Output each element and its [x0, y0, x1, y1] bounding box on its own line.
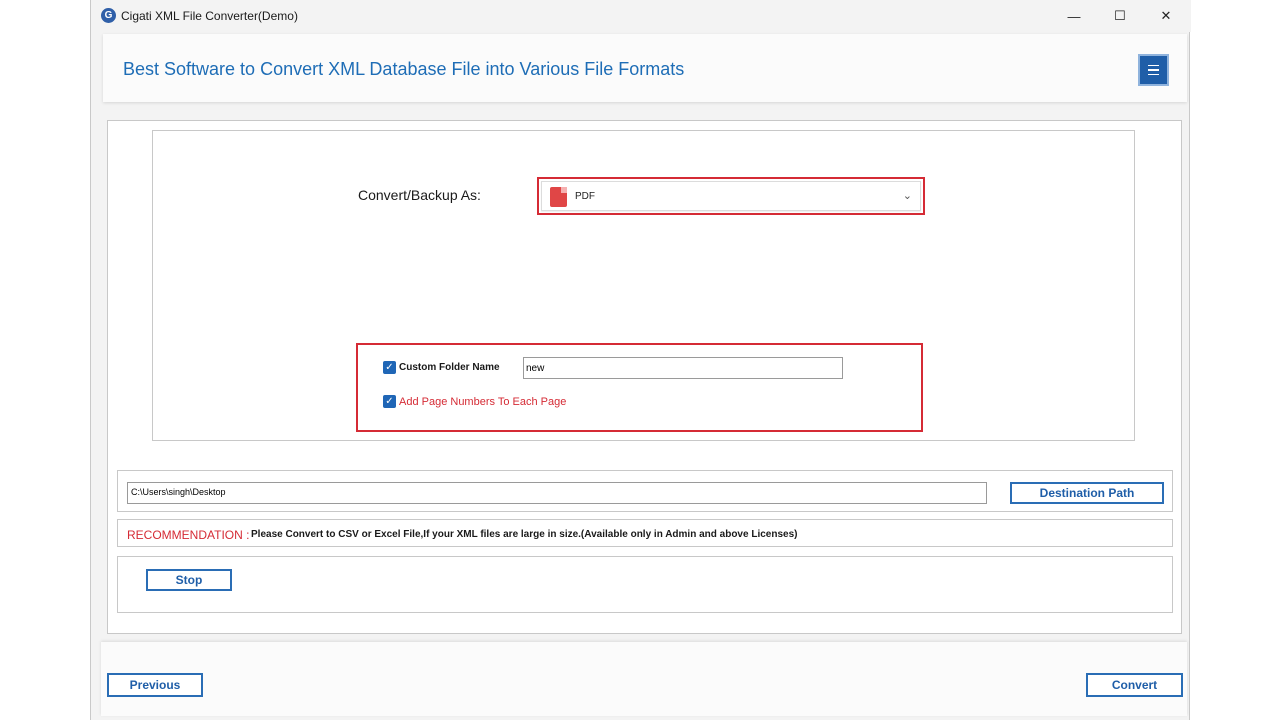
custom-folder-checkbox[interactable]: ✓	[383, 361, 396, 374]
format-select-value: PDF	[575, 191, 595, 202]
progress-panel: Stop	[117, 556, 1173, 613]
minimize-button[interactable]: —	[1051, 0, 1097, 32]
app-window: G Cigati XML File Converter(Demo) — ☐ ✕ …	[90, 0, 1191, 720]
options-panel: Convert/Backup As: PDF ⌄ ✓ Custom Folder…	[152, 130, 1135, 441]
page-numbers-label: Add Page Numbers To Each Page	[399, 396, 567, 408]
custom-folder-input[interactable]	[523, 357, 843, 379]
title-bar[interactable]: G Cigati XML File Converter(Demo) — ☐ ✕	[91, 0, 1191, 32]
page-title: Best Software to Convert XML Database Fi…	[123, 59, 685, 79]
destination-path-field[interactable]: C:\Users\singh\Desktop	[127, 482, 987, 504]
recommendation-label: RECOMMENDATION :	[127, 528, 250, 542]
destination-panel: C:\Users\singh\Desktop Destination Path	[117, 470, 1173, 512]
stop-button[interactable]: Stop	[146, 569, 232, 591]
convert-button[interactable]: Convert	[1086, 673, 1183, 697]
page-numbers-checkbox[interactable]: ✓	[383, 395, 396, 408]
destination-path-button[interactable]: Destination Path	[1010, 482, 1164, 504]
hamburger-menu-button[interactable]	[1138, 54, 1169, 86]
hamburger-icon	[1148, 64, 1159, 67]
minimize-icon: —	[1067, 8, 1081, 24]
pdf-icon	[550, 187, 567, 207]
previous-button[interactable]: Previous	[107, 673, 203, 697]
main-panel: Convert/Backup As: PDF ⌄ ✓ Custom Folder…	[107, 120, 1182, 634]
recommendation-text: Please Convert to CSV or Excel File,If y…	[251, 529, 798, 540]
maximize-button[interactable]: ☐	[1097, 0, 1143, 32]
header-banner: Best Software to Convert XML Database Fi…	[103, 34, 1187, 102]
maximize-icon: ☐	[1114, 8, 1126, 23]
window-title: Cigati XML File Converter(Demo)	[121, 9, 298, 23]
close-button[interactable]: ✕	[1143, 0, 1189, 32]
custom-folder-label: Custom Folder Name	[399, 362, 500, 373]
chevron-down-icon: ⌄	[902, 190, 912, 202]
footer-bar: Previous Convert	[101, 642, 1187, 716]
close-icon: ✕	[1160, 8, 1172, 23]
convert-as-label: Convert/Backup As:	[358, 187, 481, 203]
app-logo-icon: G	[101, 8, 116, 23]
format-select[interactable]: PDF ⌄	[541, 181, 921, 211]
recommendation-panel: RECOMMENDATION : Please Convert to CSV o…	[117, 519, 1173, 547]
